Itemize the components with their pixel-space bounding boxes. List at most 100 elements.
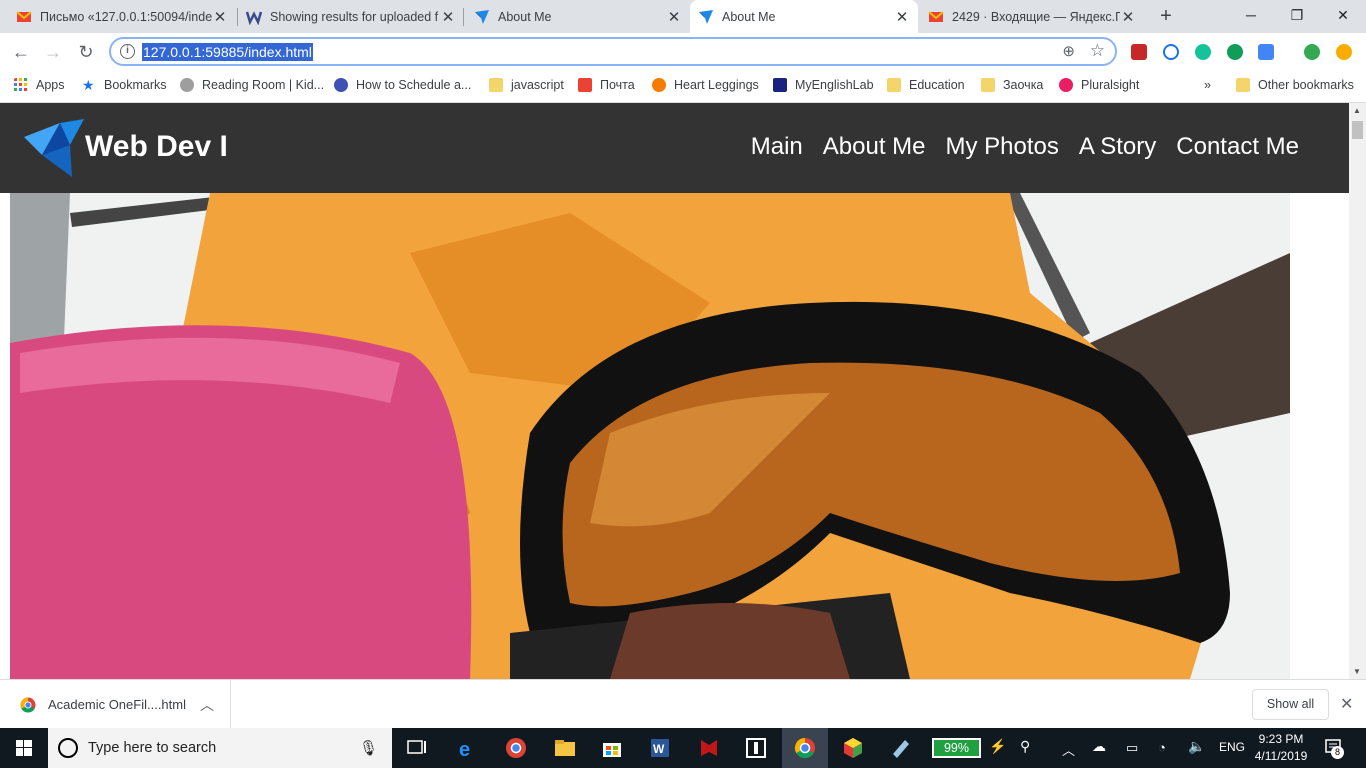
volume-icon[interactable]: 🔈 — [1188, 738, 1205, 755]
new-tab-button[interactable]: + — [1155, 5, 1177, 27]
show-all-button[interactable]: Show all — [1252, 689, 1329, 720]
folder-icon — [887, 78, 901, 92]
browser-tab[interactable]: Showing results for uploaded f ✕ — [238, 0, 464, 33]
nav-my-photos[interactable]: My Photos — [946, 133, 1059, 161]
chrome-canary-icon[interactable] — [504, 736, 528, 760]
bookmark-item[interactable]: How to Schedule a... — [334, 78, 471, 92]
extension-audio-icon[interactable] — [1227, 44, 1243, 60]
clock-time: 9:23 PM — [1258, 732, 1304, 746]
browser-tab[interactable]: Письмо «127.0.0.1:50094/inde ✕ — [8, 0, 236, 33]
bookmark-item[interactable]: Reading Room | Kid... — [180, 78, 324, 92]
bookmark-folder[interactable]: javascript — [489, 78, 564, 92]
bookmark-label: Heart Leggings — [674, 78, 759, 92]
profile-avatar[interactable] — [1304, 44, 1320, 60]
input-language[interactable]: ENG — [1219, 740, 1245, 754]
svg-text:W: W — [653, 742, 665, 756]
address-bar[interactable]: i 127.0.0.1:59885/index.html ⊕ ☆ — [109, 37, 1117, 66]
edge-icon[interactable]: e — [456, 736, 480, 760]
bookmark-item[interactable]: ★ Bookmarks — [82, 78, 167, 92]
scroll-down-icon[interactable]: ▼ — [1353, 667, 1361, 676]
bookmarks-overflow-button[interactable]: » — [1204, 78, 1211, 92]
scrollbar-thumb[interactable] — [1352, 121, 1363, 139]
wifi-icon[interactable]: ◔ — [1158, 740, 1166, 755]
mail-icon — [578, 78, 592, 92]
translate-icon[interactable] — [1258, 44, 1274, 60]
bookmark-label: How to Schedule a... — [356, 78, 472, 92]
site-nav: Main About Me My Photos A Story Contact … — [751, 133, 1299, 161]
other-bookmarks[interactable]: Other bookmarks — [1236, 78, 1354, 92]
browser-tab-active[interactable]: About Me ✕ — [690, 0, 918, 33]
close-icon[interactable]: ✕ — [1120, 8, 1136, 26]
back-button[interactable]: ← — [9, 40, 33, 64]
taskbar-search[interactable]: Type here to search 🎙 — [48, 728, 392, 768]
grammarly-icon[interactable] — [1195, 44, 1211, 60]
mcafee-icon[interactable] — [697, 736, 721, 760]
close-icon[interactable]: ✕ — [1340, 694, 1353, 714]
system-clock[interactable]: 9:23 PM 4/11/2019 — [1252, 731, 1310, 765]
url-text[interactable]: 127.0.0.1:59885/index.html — [142, 43, 313, 61]
chevron-up-icon[interactable]: ︿ — [1062, 740, 1075, 759]
start-button[interactable] — [0, 728, 48, 768]
close-icon[interactable]: ✕ — [666, 8, 682, 26]
battery-icon[interactable]: ▭ — [1126, 740, 1138, 756]
site-icon — [652, 78, 666, 92]
browser-tab[interactable]: About Me ✕ — [466, 0, 690, 33]
nav-a-story[interactable]: A Story — [1079, 133, 1156, 161]
task-view-icon[interactable] — [405, 736, 429, 760]
bookmark-label: Other bookmarks — [1258, 78, 1354, 92]
nav-main[interactable]: Main — [751, 133, 803, 161]
bookmark-item[interactable]: Почта — [578, 78, 635, 92]
chevron-up-icon[interactable]: ︿ — [200, 695, 214, 715]
close-icon[interactable]: ✕ — [894, 8, 910, 26]
nav-about-me[interactable]: About Me — [823, 133, 926, 161]
bookmark-star-icon[interactable]: ☆ — [1090, 41, 1105, 61]
sticky-app-icon[interactable] — [744, 736, 768, 760]
microphone-icon[interactable]: 🎙 — [359, 739, 378, 757]
action-center-button[interactable]: 8 — [1323, 737, 1345, 759]
page-scrollbar[interactable]: ▲ ▼ — [1349, 103, 1366, 679]
forward-button[interactable]: → — [41, 40, 65, 64]
update-alert-icon[interactable] — [1336, 44, 1352, 60]
browser-tab[interactable]: 2429 · Входящие — Яндекс.По ✕ — [920, 0, 1144, 33]
zoom-icon[interactable]: ⊕ — [1062, 42, 1075, 60]
scroll-up-icon[interactable]: ▲ — [1353, 106, 1361, 115]
info-icon[interactable]: i — [120, 44, 135, 59]
tab-title: Письмо «127.0.0.1:50094/inde — [40, 9, 212, 24]
bookmark-item[interactable]: MyEnglishLab — [773, 78, 874, 92]
bookmark-apps[interactable]: Apps — [14, 78, 65, 92]
browser-toolbar: ← → ↻ i 127.0.0.1:59885/index.html ⊕ ☆ — [0, 33, 1366, 71]
chrome-icon[interactable] — [793, 736, 817, 760]
site-brand[interactable]: Web Dev I — [85, 130, 228, 164]
folder-icon — [489, 78, 503, 92]
extension-sync-icon[interactable] — [1163, 44, 1179, 60]
restore-button[interactable]: ❐ — [1274, 0, 1320, 33]
download-item[interactable]: Academic OneFil....html ︿ — [0, 680, 231, 729]
store-icon[interactable] — [600, 736, 624, 760]
site-header: Web Dev I Main About Me My Photos A Stor… — [0, 103, 1349, 193]
nav-contact-me[interactable]: Contact Me — [1176, 133, 1299, 161]
close-icon[interactable]: ✕ — [440, 8, 456, 26]
reload-button[interactable]: ↻ — [74, 40, 98, 64]
windows-taskbar: Type here to search 🎙 e W 99% ⚡ ⚲ ︿ ☁ ▭ … — [0, 728, 1366, 768]
bookmark-label: Reading Room | Kid... — [202, 78, 325, 92]
file-explorer-icon[interactable] — [553, 736, 577, 760]
bookmark-label: Почта — [600, 78, 635, 92]
close-icon[interactable]: ✕ — [212, 8, 228, 26]
bookmark-item[interactable]: Heart Leggings — [652, 78, 759, 92]
bookmark-folder[interactable]: Заочка — [981, 78, 1043, 92]
bookmark-label: javascript — [511, 78, 564, 92]
bookmark-item[interactable]: Pluralsight — [1059, 78, 1139, 92]
minimize-button[interactable]: ─ — [1228, 0, 1274, 33]
window-close-button[interactable]: ✕ — [1320, 0, 1366, 33]
word-icon[interactable]: W — [648, 736, 672, 760]
tab-title: About Me — [498, 9, 552, 24]
power-plug-icon[interactable]: ⚡ — [989, 738, 1006, 755]
notes-app-icon[interactable] — [889, 736, 913, 760]
people-icon[interactable]: ⚲ — [1020, 738, 1030, 755]
bookmark-folder[interactable]: Education — [887, 78, 965, 92]
battery-indicator[interactable]: 99% — [932, 738, 981, 758]
extension-book-icon[interactable] — [1131, 44, 1147, 60]
cloud-icon[interactable]: ☁ — [1092, 738, 1106, 755]
cube-app-icon[interactable] — [841, 736, 865, 760]
tab-title: 2429 · Входящие — Яндекс.По — [952, 9, 1120, 24]
